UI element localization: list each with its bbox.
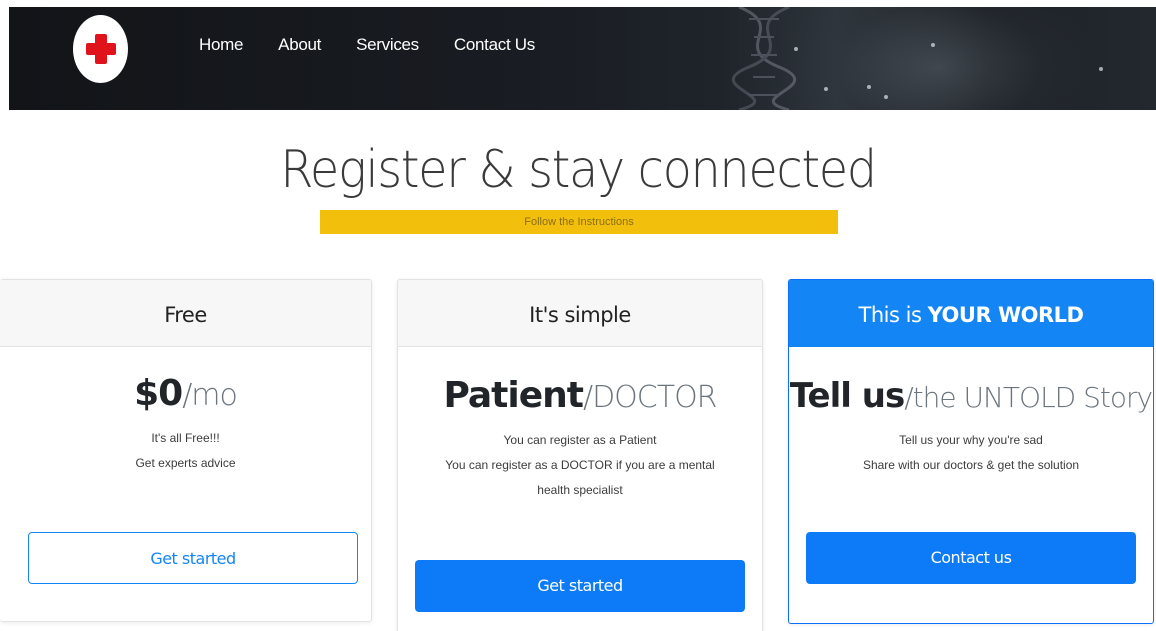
card-price: Tell us/the UNTOLD Story	[789, 375, 1153, 416]
card-description: Tell us your why you're sad Share with o…	[789, 428, 1153, 478]
red-cross-icon	[85, 34, 116, 64]
pricing-card-simple: It's simple Patient/DOCTOR You can regis…	[397, 279, 763, 631]
logo[interactable]	[73, 15, 128, 83]
nav-link-services[interactable]: Services	[356, 35, 419, 55]
navbar-background-glow	[779, 7, 1099, 110]
header-prefix: This is	[858, 303, 928, 327]
price-main: Tell us	[789, 376, 905, 416]
description-line: Share with our doctors & get the solutio…	[862, 458, 1080, 472]
card-price: $0/mo	[0, 373, 371, 414]
description-line: You can register as a DOCTOR if you are …	[445, 458, 715, 497]
card-header: This is YOUR WORLD	[789, 280, 1153, 347]
price-main: $0	[134, 373, 183, 414]
header-strong: YOUR WORLD	[927, 303, 1084, 327]
pricing-card-your-world: This is YOUR WORLD Tell us/the UNTOLD St…	[788, 279, 1154, 624]
nav-link-contact-us[interactable]: Contact Us	[454, 35, 535, 55]
sparkle-dot	[794, 47, 798, 51]
card-header: Free	[0, 280, 371, 347]
description-line: You can register as a Patient	[503, 433, 657, 447]
price-suffix: /mo	[182, 378, 238, 413]
get-started-button[interactable]: Get started	[28, 532, 358, 584]
instructions-banner: Follow the Instructions	[320, 210, 838, 234]
sparkle-dot	[824, 87, 828, 91]
nav-link-about[interactable]: About	[278, 35, 321, 55]
page-title: Register & stay connected	[280, 140, 877, 200]
description-line: Get experts advice	[135, 456, 236, 470]
navbar: Home About Services Contact Us	[9, 7, 1156, 110]
price-suffix: /the UNTOLD Story	[904, 381, 1153, 414]
sparkle-dot	[884, 95, 888, 99]
sparkle-dot	[867, 85, 871, 89]
card-description: You can register as a Patient You can re…	[398, 428, 762, 503]
sparkle-dot	[931, 43, 935, 47]
nav-links: Home About Services Contact Us	[199, 35, 570, 55]
sparkle-dot	[1099, 67, 1103, 71]
contact-us-button[interactable]: Contact us	[806, 532, 1136, 584]
card-description: It's all Free!!! Get experts advice	[0, 426, 371, 476]
description-line: Tell us your why you're sad	[899, 433, 1043, 447]
pricing-card-free: Free $0/mo It's all Free!!! Get experts …	[0, 279, 372, 622]
card-price: Patient/DOCTOR	[398, 375, 762, 416]
get-started-button[interactable]: Get started	[415, 560, 745, 612]
card-header: It's simple	[398, 280, 762, 347]
description-line: It's all Free!!!	[151, 431, 220, 445]
price-main: Patient	[443, 375, 584, 416]
dna-helix-decoration	[732, 7, 796, 110]
nav-link-home[interactable]: Home	[199, 35, 243, 55]
price-suffix: /DOCTOR	[582, 380, 718, 415]
